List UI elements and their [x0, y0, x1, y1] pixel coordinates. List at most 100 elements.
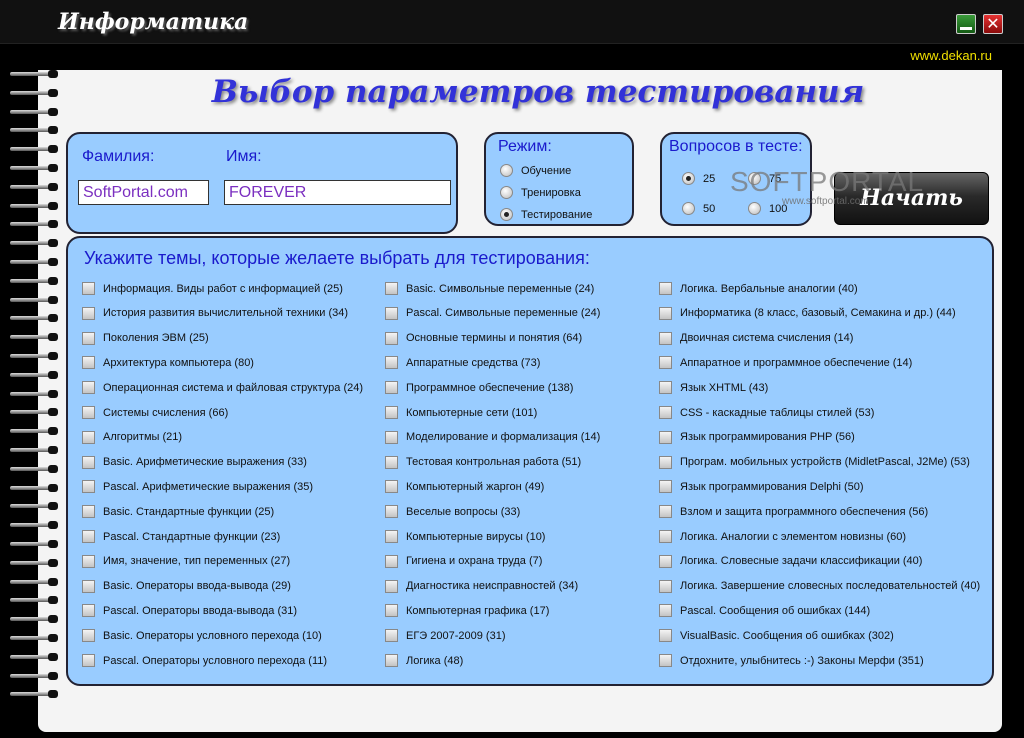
- checkbox-icon[interactable]: [82, 455, 95, 469]
- topic-checkbox-item[interactable]: Компьютерные сети (101): [385, 406, 537, 419]
- topic-checkbox-item[interactable]: Тестовая контрольная работа (51): [385, 455, 581, 469]
- topic-checkbox-item[interactable]: Язык программирования PHP (56): [659, 430, 855, 444]
- checkbox-icon[interactable]: [82, 530, 95, 543]
- topic-checkbox-item[interactable]: Pascal. Сообщения об ошибках (144): [659, 604, 870, 618]
- checkbox-icon[interactable]: [659, 554, 672, 568]
- checkbox-icon[interactable]: [659, 430, 672, 444]
- checkbox-icon[interactable]: [385, 406, 398, 419]
- checkbox-icon[interactable]: [82, 579, 95, 593]
- checkbox-icon[interactable]: [385, 356, 398, 370]
- mode-option-testing[interactable]: Тестирование: [500, 208, 592, 221]
- checkbox-icon[interactable]: [385, 455, 398, 469]
- topic-checkbox-item[interactable]: ЕГЭ 2007-2009 (31): [385, 629, 505, 643]
- topic-checkbox-item[interactable]: Basic. Стандартные функции (25): [82, 505, 274, 519]
- topic-checkbox-item[interactable]: Pascal. Арифметические выражения (35): [82, 480, 313, 494]
- topic-checkbox-item[interactable]: Компьютерные вирусы (10): [385, 530, 545, 543]
- question-option-25[interactable]: 25: [682, 172, 715, 185]
- topic-checkbox-item[interactable]: Pascal. Стандартные функции (23): [82, 530, 280, 543]
- topic-checkbox-item[interactable]: Pascal. Символьные переменные (24): [385, 306, 600, 320]
- checkbox-icon[interactable]: [659, 406, 672, 419]
- surname-field[interactable]: SoftPortal.com: [78, 180, 209, 205]
- topic-checkbox-item[interactable]: Двоичная система счисления (14): [659, 331, 853, 345]
- topic-checkbox-item[interactable]: История развития вычислительной техники …: [82, 306, 348, 320]
- checkbox-icon[interactable]: [385, 654, 398, 667]
- topic-checkbox-item[interactable]: Гигиена и охрана труда (7): [385, 554, 542, 568]
- topic-checkbox-item[interactable]: Компьютерный жаргон (49): [385, 480, 544, 494]
- topic-checkbox-item[interactable]: Pascal. Операторы условного перехода (11…: [82, 654, 327, 667]
- checkbox-icon[interactable]: [385, 381, 398, 395]
- checkbox-icon[interactable]: [82, 505, 95, 519]
- topic-checkbox-item[interactable]: Basic. Операторы условного перехода (10): [82, 629, 322, 643]
- checkbox-icon[interactable]: [659, 654, 672, 667]
- topic-checkbox-item[interactable]: Информатика (8 класс, базовый, Семакина …: [659, 306, 956, 320]
- checkbox-icon[interactable]: [385, 554, 398, 568]
- topic-checkbox-item[interactable]: Basic. Символьные переменные (24): [385, 282, 594, 295]
- topic-checkbox-item[interactable]: Язык программирования Delphi (50): [659, 480, 864, 494]
- site-link[interactable]: www.dekan.ru: [910, 48, 992, 63]
- topic-checkbox-item[interactable]: Логика. Вербальные аналогии (40): [659, 282, 858, 295]
- checkbox-icon[interactable]: [385, 604, 398, 618]
- checkbox-icon[interactable]: [82, 356, 95, 370]
- topic-checkbox-item[interactable]: Язык XHTML (43): [659, 381, 768, 395]
- checkbox-icon[interactable]: [385, 282, 398, 295]
- checkbox-icon[interactable]: [385, 480, 398, 494]
- topic-checkbox-item[interactable]: Архитектура компьютера (80): [82, 356, 254, 370]
- checkbox-icon[interactable]: [659, 356, 672, 370]
- checkbox-icon[interactable]: [82, 282, 95, 295]
- topic-checkbox-item[interactable]: Поколения ЭВМ (25): [82, 331, 209, 345]
- topic-checkbox-item[interactable]: Basic. Арифметические выражения (33): [82, 455, 307, 469]
- checkbox-icon[interactable]: [385, 629, 398, 643]
- checkbox-icon[interactable]: [659, 579, 672, 593]
- checkbox-icon[interactable]: [82, 554, 95, 568]
- checkbox-icon[interactable]: [659, 306, 672, 320]
- close-button[interactable]: ✕: [983, 14, 1003, 34]
- checkbox-icon[interactable]: [659, 629, 672, 643]
- topic-checkbox-item[interactable]: Логика (48): [385, 654, 463, 667]
- checkbox-icon[interactable]: [385, 530, 398, 543]
- topic-checkbox-item[interactable]: Basic. Операторы ввода-вывода (29): [82, 579, 291, 593]
- mode-option-training[interactable]: Тренировка: [500, 186, 581, 199]
- topic-checkbox-item[interactable]: Программное обеспечение (138): [385, 381, 573, 395]
- checkbox-icon[interactable]: [659, 480, 672, 494]
- topic-checkbox-item[interactable]: Веселые вопросы (33): [385, 505, 520, 519]
- checkbox-icon[interactable]: [82, 654, 95, 667]
- topic-checkbox-item[interactable]: Логика. Завершение словесных последовате…: [659, 579, 980, 593]
- topic-checkbox-item[interactable]: Диагностика неисправностей (34): [385, 579, 578, 593]
- name-field[interactable]: FOREVER: [224, 180, 451, 205]
- topic-checkbox-item[interactable]: CSS - каскадные таблицы стилей (53): [659, 406, 874, 419]
- checkbox-icon[interactable]: [385, 306, 398, 320]
- topic-checkbox-item[interactable]: Основные термины и понятия (64): [385, 331, 582, 345]
- checkbox-icon[interactable]: [82, 430, 95, 444]
- topic-checkbox-item[interactable]: Програм. мобильных устройств (MidletPasc…: [659, 455, 970, 469]
- checkbox-icon[interactable]: [82, 629, 95, 643]
- topic-checkbox-item[interactable]: VisualBasic. Сообщения об ошибках (302): [659, 629, 894, 643]
- checkbox-icon[interactable]: [385, 430, 398, 444]
- mode-option-learning[interactable]: Обучение: [500, 164, 571, 177]
- checkbox-icon[interactable]: [82, 306, 95, 320]
- topic-checkbox-item[interactable]: Логика. Словесные задачи классификации (…: [659, 554, 922, 568]
- question-option-50[interactable]: 50: [682, 202, 715, 215]
- checkbox-icon[interactable]: [82, 331, 95, 345]
- topic-checkbox-item[interactable]: Аппаратное и программное обеспечение (14…: [659, 356, 912, 370]
- topic-checkbox-item[interactable]: Компьютерная графика (17): [385, 604, 549, 618]
- topic-checkbox-item[interactable]: Отдохните, улыбнитесь :-) Законы Мерфи (…: [659, 654, 924, 667]
- checkbox-icon[interactable]: [659, 604, 672, 618]
- checkbox-icon[interactable]: [385, 331, 398, 345]
- topic-checkbox-item[interactable]: Системы счисления (66): [82, 406, 228, 419]
- topic-checkbox-item[interactable]: Имя, значение, тип переменных (27): [82, 554, 290, 568]
- checkbox-icon[interactable]: [82, 406, 95, 419]
- checkbox-icon[interactable]: [659, 331, 672, 345]
- topic-checkbox-item[interactable]: Взлом и защита программного обеспечения …: [659, 505, 928, 519]
- topic-checkbox-item[interactable]: Логика. Аналогии с элементом новизны (60…: [659, 530, 906, 543]
- checkbox-icon[interactable]: [385, 579, 398, 593]
- minimize-button[interactable]: [956, 14, 976, 34]
- checkbox-icon[interactable]: [82, 381, 95, 395]
- checkbox-icon[interactable]: [82, 480, 95, 494]
- topic-checkbox-item[interactable]: Информация. Виды работ с информацией (25…: [82, 282, 343, 295]
- checkbox-icon[interactable]: [385, 505, 398, 519]
- checkbox-icon[interactable]: [659, 455, 672, 469]
- checkbox-icon[interactable]: [659, 282, 672, 295]
- checkbox-icon[interactable]: [659, 530, 672, 543]
- checkbox-icon[interactable]: [659, 505, 672, 519]
- topic-checkbox-item[interactable]: Pascal. Операторы ввода-вывода (31): [82, 604, 297, 618]
